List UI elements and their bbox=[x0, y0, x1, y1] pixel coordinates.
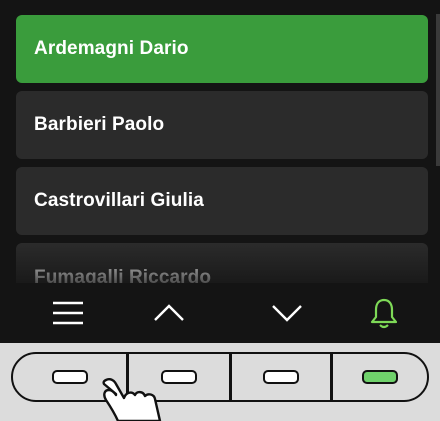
bell-hw-button[interactable] bbox=[333, 352, 426, 402]
contact-row[interactable]: Ardemagni Dario bbox=[16, 15, 428, 83]
down-hw-button[interactable] bbox=[232, 352, 330, 402]
contact-name: Fumagalli Riccardo bbox=[34, 267, 212, 283]
chevron-down-icon bbox=[272, 305, 302, 322]
bell-icon bbox=[370, 298, 398, 329]
chevron-up-icon bbox=[154, 304, 184, 321]
dash-icon bbox=[361, 370, 398, 384]
contact-row[interactable]: Barbieri Paolo bbox=[16, 91, 428, 159]
menu-icon bbox=[53, 301, 83, 325]
menu-button[interactable] bbox=[13, 283, 123, 343]
contact-name: Castrovillari Giulia bbox=[34, 190, 204, 211]
toolbar bbox=[0, 283, 440, 343]
notification-button[interactable] bbox=[329, 283, 439, 343]
device-screen: Ardemagni Dario Barbieri Paolo Castrovil… bbox=[0, 0, 440, 343]
contact-name: Barbieri Paolo bbox=[34, 114, 165, 135]
contact-row[interactable]: Castrovillari Giulia bbox=[16, 167, 428, 235]
contact-row[interactable]: Fumagalli Riccardo bbox=[16, 243, 428, 283]
pointing-hand-icon bbox=[102, 378, 162, 421]
scrollbar[interactable] bbox=[436, 14, 440, 166]
scroll-up-button[interactable] bbox=[114, 283, 224, 343]
dash-icon bbox=[52, 370, 88, 384]
scroll-down-button[interactable] bbox=[232, 283, 342, 343]
contact-name: Ardemagni Dario bbox=[34, 38, 189, 59]
dash-icon bbox=[263, 370, 299, 384]
